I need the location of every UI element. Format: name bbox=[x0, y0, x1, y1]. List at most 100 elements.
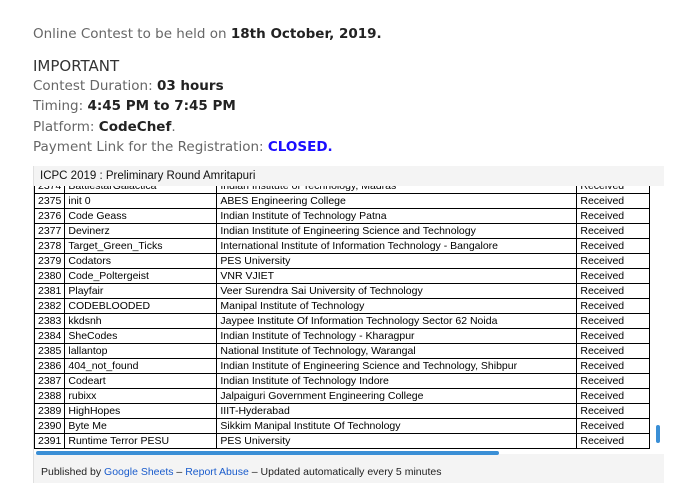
team-name-cell: BattlestarGalactica bbox=[64, 186, 218, 194]
row-number-cell: 2376 bbox=[34, 208, 66, 224]
published-by-text: Published by bbox=[41, 466, 105, 478]
row-number-cell: 2380 bbox=[34, 268, 66, 284]
payment-label: Payment Link for the Registration: bbox=[33, 139, 268, 155]
team-name-cell: Byte Me bbox=[64, 418, 218, 434]
status-cell: Received bbox=[576, 268, 651, 284]
platform-suffix: . bbox=[171, 119, 176, 135]
team-name-cell: rubixx bbox=[64, 388, 218, 404]
team-name-cell: CODEBLOODED bbox=[64, 298, 218, 314]
team-name-cell: HighHopes bbox=[64, 403, 218, 419]
row-number-cell: 2378 bbox=[34, 238, 66, 254]
table-row: 2385 lallantop National Institute of Techn… bbox=[34, 343, 651, 359]
vertical-scrollbar[interactable] bbox=[656, 425, 660, 443]
institute-cell: National Institute of Technology, Warang… bbox=[216, 343, 578, 359]
google-sheets-link[interactable]: Google Sheets bbox=[104, 466, 173, 478]
table-row: 2374 BattlestarGalactica Indian Institute … bbox=[34, 186, 651, 194]
row-number-cell: 2374 bbox=[34, 186, 66, 194]
status-cell: Received bbox=[576, 253, 651, 269]
team-name-cell: Codators bbox=[64, 253, 218, 269]
status-cell: Received bbox=[576, 223, 651, 239]
table-row: 2384 SheCodes Indian Institute of Technolo… bbox=[34, 328, 651, 344]
sheet-title: ICPC 2019 : Preliminary Round Amritapuri bbox=[40, 170, 256, 182]
institute-cell: Manipal Institute of Technology bbox=[216, 298, 578, 314]
payment-link[interactable]: CLOSED. bbox=[268, 139, 333, 155]
status-cell: Received bbox=[576, 388, 651, 404]
team-name-cell: lallantop bbox=[64, 343, 218, 359]
update-note: Updated automatically every 5 minutes bbox=[260, 466, 442, 478]
sheet-scroll-area[interactable]: 2374 BattlestarGalactica Indian Institute … bbox=[34, 186, 664, 454]
status-cell: Received bbox=[576, 433, 651, 449]
status-cell: Received bbox=[576, 208, 651, 224]
table-row: 2389 HighHopes IIIT-Hyderabad Received bbox=[34, 403, 651, 419]
status-cell: Received bbox=[576, 373, 651, 389]
row-number-cell: 2389 bbox=[34, 403, 66, 419]
institute-cell: Jalpaiguri Government Engineering Colleg… bbox=[216, 388, 578, 404]
institute-cell: Jaypee Institute Of Information Technolo… bbox=[216, 313, 578, 329]
horizontal-scrollbar[interactable] bbox=[36, 451, 499, 455]
status-cell: Received bbox=[576, 403, 651, 419]
platform-value: CodeChef bbox=[98, 119, 172, 135]
table-row: 2377 Devinerz Indian Institute of Engineer… bbox=[34, 223, 651, 239]
team-name-cell: init 0 bbox=[64, 193, 218, 209]
embedded-sheet: ICPC 2019 : Preliminary Round Amritapuri… bbox=[33, 166, 664, 483]
status-cell: Received bbox=[576, 186, 651, 194]
duration-value: 03 hours bbox=[156, 78, 224, 94]
institute-cell: VNR VJIET bbox=[216, 268, 578, 284]
payment-line: Payment Link for the Registration: CLOSE… bbox=[33, 139, 333, 155]
row-number-cell: 2379 bbox=[34, 253, 66, 269]
important-heading: IMPORTANT bbox=[33, 57, 120, 75]
institute-cell: PES University bbox=[216, 253, 578, 269]
team-name-cell: Devinerz bbox=[64, 223, 218, 239]
table-row: 2388 rubixx Jalpaiguri Government Engineer… bbox=[34, 388, 651, 404]
table-row: 2391 Runtime Terror PESU PES University Rec… bbox=[34, 433, 651, 449]
contest-date-prefix: Online Contest to be held on bbox=[33, 26, 231, 42]
table-row: 2386 404_not_found Indian Institute of Eng… bbox=[34, 358, 651, 374]
institute-cell: Indian Institute of Technology - Kharagp… bbox=[216, 328, 578, 344]
status-cell: Received bbox=[576, 313, 651, 329]
footer-separator: – bbox=[173, 466, 186, 478]
team-name-cell: Target_Green_Ticks bbox=[64, 238, 218, 254]
status-cell: Received bbox=[576, 298, 651, 314]
institute-cell: Indian Institute of Technology, Madras bbox=[216, 186, 578, 194]
institute-cell: Indian Institute of Engineering Science … bbox=[216, 223, 578, 239]
row-number-cell: 2386 bbox=[34, 358, 66, 374]
institute-cell: Veer Surendra Sai University of Technolo… bbox=[216, 283, 578, 299]
report-abuse-link[interactable]: Report Abuse bbox=[185, 466, 249, 478]
row-number-cell: 2381 bbox=[34, 283, 66, 299]
table-row: 2379 Codators PES University Received bbox=[34, 253, 651, 269]
institute-cell: Indian Institute of Technology Indore bbox=[216, 373, 578, 389]
duration-label: Contest Duration: bbox=[33, 78, 157, 94]
status-cell: Received bbox=[576, 343, 651, 359]
table-row: 2375 init 0 ABES Engineering College Receiv… bbox=[34, 193, 651, 209]
institute-cell: Indian Institute of Technology Patna bbox=[216, 208, 578, 224]
row-number-cell: 2387 bbox=[34, 373, 66, 389]
status-cell: Received bbox=[576, 238, 651, 254]
table-row: 2390 Byte Me Sikkim Manipal Institute Of T… bbox=[34, 418, 651, 434]
row-number-cell: 2377 bbox=[34, 223, 66, 239]
row-number-cell: 2375 bbox=[34, 193, 66, 209]
status-cell: Received bbox=[576, 193, 651, 209]
team-name-cell: 404_not_found bbox=[64, 358, 218, 374]
duration-line: Contest Duration: 03 hours bbox=[33, 78, 224, 94]
row-number-cell: 2382 bbox=[34, 298, 66, 314]
row-number-cell: 2384 bbox=[34, 328, 66, 344]
institute-cell: PES University bbox=[216, 433, 578, 449]
table-row: 2378 Target_Green_Ticks International Inst… bbox=[34, 238, 651, 254]
platform-label: Platform: bbox=[33, 119, 99, 135]
timing-label: Timing: bbox=[33, 98, 88, 114]
team-name-cell: Codeart bbox=[64, 373, 218, 389]
status-cell: Received bbox=[576, 283, 651, 299]
registrations-table: 2374 BattlestarGalactica Indian Institute … bbox=[34, 186, 651, 449]
table-row: 2383 kkdsnh Jaypee Institute Of Informatio… bbox=[34, 313, 651, 329]
row-number-cell: 2391 bbox=[34, 433, 66, 449]
footer-separator: – bbox=[248, 466, 261, 478]
team-name-cell: Runtime Terror PESU bbox=[64, 433, 218, 449]
row-number-cell: 2388 bbox=[34, 388, 66, 404]
team-name-cell: SheCodes bbox=[64, 328, 218, 344]
table-row: 2381 Playfair Veer Surendra Sai University… bbox=[34, 283, 651, 299]
status-cell: Received bbox=[576, 328, 651, 344]
contest-date: 18th October, 2019. bbox=[230, 26, 382, 42]
team-name-cell: kkdsnh bbox=[64, 313, 218, 329]
contest-date-line: Online Contest to be held on 18th Octobe… bbox=[33, 26, 382, 42]
row-number-cell: 2390 bbox=[34, 418, 66, 434]
